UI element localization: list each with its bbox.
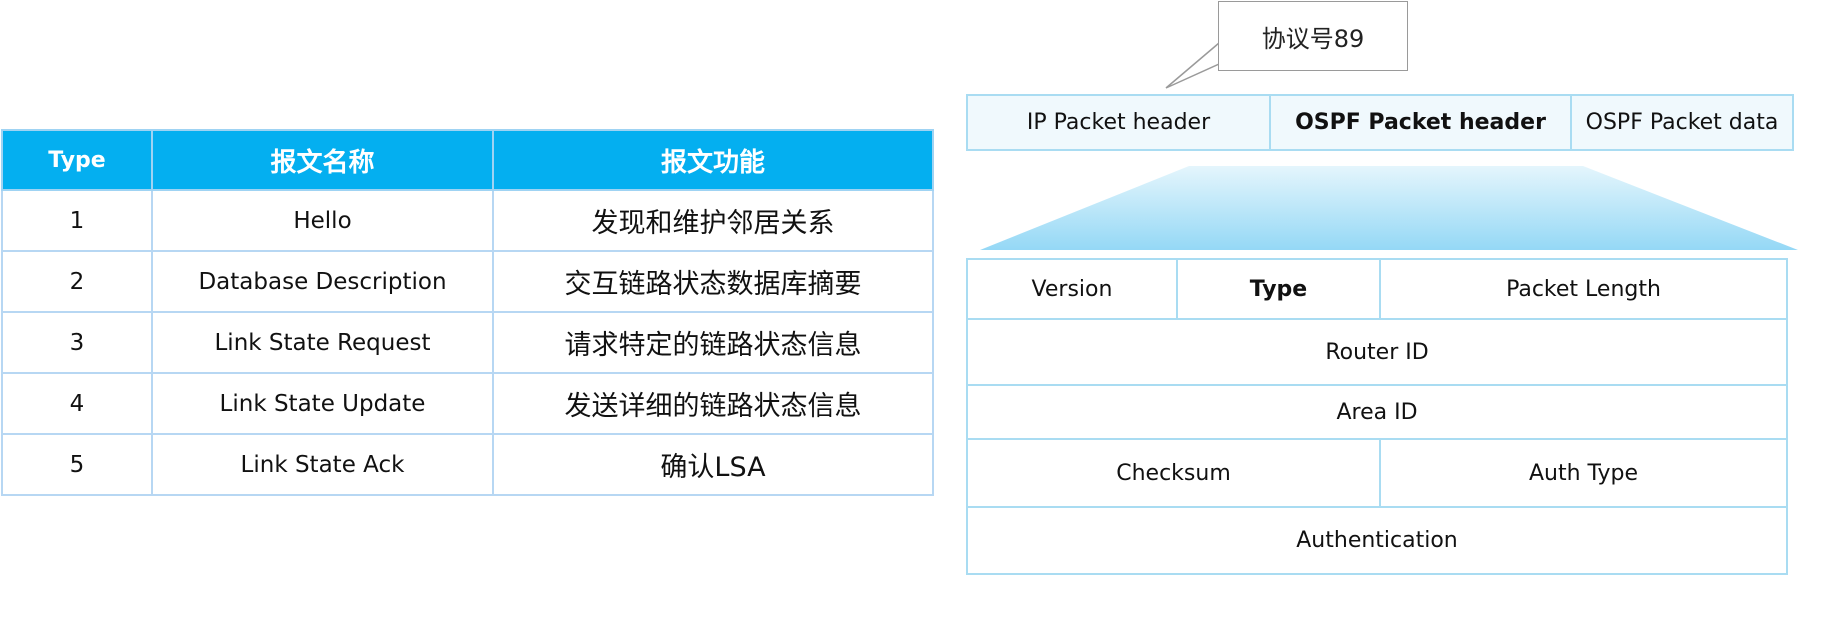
- field-auth-type: Auth Type: [1378, 438, 1789, 508]
- header-row: Area ID: [965, 384, 1789, 440]
- table-row: 4 Link State Update 发送详细的链路状态信息: [1, 372, 934, 435]
- field-area-id: Area ID: [965, 384, 1789, 440]
- table-row: 3 Link State Request 请求特定的链路状态信息: [1, 311, 934, 374]
- cell-name: Link State Update: [151, 372, 494, 435]
- segment-label: IP Packet header: [1026, 110, 1211, 135]
- ip-packet-header-segment: IP Packet header: [968, 96, 1271, 149]
- ospf-packet-header-segment: OSPF Packet header: [1271, 96, 1572, 149]
- table-row: 1 Hello 发现和维护邻居关系: [1, 189, 934, 252]
- table-row: 5 Link State Ack 确认LSA: [1, 433, 934, 496]
- table-row: 2 Database Description 交互链路状态数据库摘要: [1, 250, 934, 313]
- header-row: Version Type Packet Length: [966, 258, 1789, 320]
- ospf-packet-type-table: Type 报文名称 报文功能 1 Hello 发现和维护邻居关系 2 Datab…: [1, 129, 934, 496]
- callout-text: 协议号89: [1261, 24, 1365, 53]
- field-checksum: Checksum: [966, 438, 1381, 508]
- segment-label: OSPF Packet header: [1295, 110, 1546, 135]
- field-version: Version: [966, 258, 1178, 320]
- cell-function: 交互链路状态数据库摘要: [492, 250, 934, 313]
- cell-name: Hello: [151, 189, 494, 252]
- cell-type: 4: [1, 372, 153, 435]
- header-message-name: 报文名称: [151, 129, 494, 191]
- header-row: Router ID: [965, 318, 1789, 386]
- ip-packet-bar: IP Packet header OSPF Packet header OSPF…: [966, 94, 1794, 151]
- field-packet-length: Packet Length: [1378, 258, 1789, 320]
- cell-type: 1: [1, 189, 153, 252]
- cell-function: 确认LSA: [492, 433, 934, 496]
- ospf-packet-data-segment: OSPF Packet data: [1572, 96, 1792, 149]
- header-message-function: 报文功能: [492, 129, 934, 191]
- cell-name: Database Description: [151, 250, 494, 313]
- cell-name: Link State Ack: [151, 433, 494, 496]
- ospf-header-structure: Version Type Packet Length Router ID Are…: [965, 258, 1789, 575]
- header-type: Type: [1, 129, 153, 191]
- table-header-row: Type 报文名称 报文功能: [1, 129, 934, 191]
- segment-label: OSPF Packet data: [1585, 110, 1779, 135]
- field-authentication: Authentication: [965, 506, 1789, 575]
- header-row: Checksum Auth Type: [966, 438, 1789, 508]
- protocol-number-callout: 协议号89: [1218, 1, 1408, 71]
- cell-function: 请求特定的链路状态信息: [492, 311, 934, 374]
- field-type: Type: [1176, 258, 1381, 320]
- cell-type: 3: [1, 311, 153, 374]
- cell-type: 5: [1, 433, 153, 496]
- cell-type: 2: [1, 250, 153, 313]
- field-router-id: Router ID: [965, 318, 1789, 386]
- cell-name: Link State Request: [151, 311, 494, 374]
- header-row: Authentication: [965, 506, 1789, 575]
- cell-function: 发送详细的链路状态信息: [492, 372, 934, 435]
- cell-function: 发现和维护邻居关系: [492, 189, 934, 252]
